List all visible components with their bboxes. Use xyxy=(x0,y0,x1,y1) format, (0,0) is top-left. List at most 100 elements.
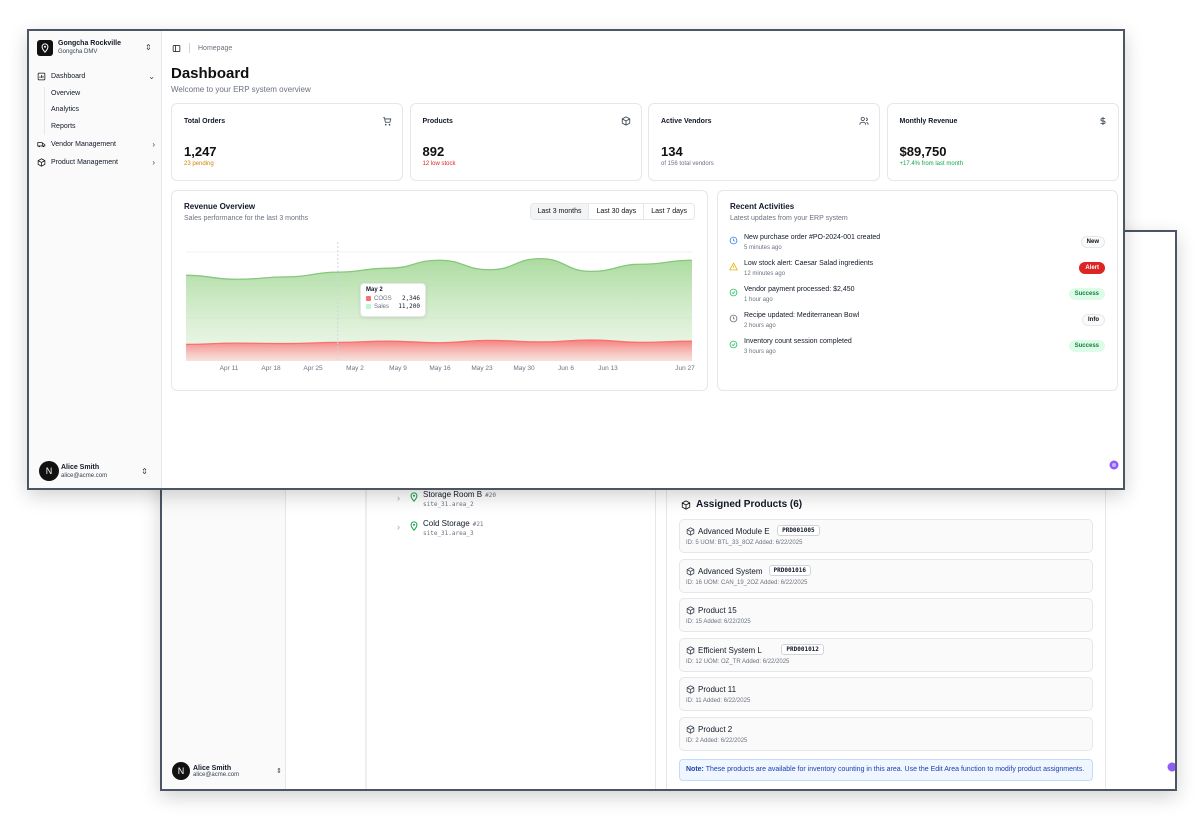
assistant-icon[interactable] xyxy=(1109,460,1119,470)
dashboard-icon xyxy=(37,72,46,81)
nav-divider xyxy=(44,87,45,135)
status-badge: New xyxy=(1080,236,1105,248)
tree-row-label: Cold Storage #21 xyxy=(423,519,484,528)
x-tick-label: Jun 6 xyxy=(558,365,574,372)
avatar: N xyxy=(172,762,190,780)
stat-label: Total Orders xyxy=(184,118,226,125)
cart-icon xyxy=(383,117,392,126)
location-pin-icon xyxy=(37,39,53,56)
user-email: alice@acme.com xyxy=(193,771,240,778)
sidebar-item-product-management[interactable]: Product Management › xyxy=(37,158,155,167)
activity-item[interactable]: New purchase order #PO-2024-001 created 5… xyxy=(729,234,1105,260)
assistant-icon[interactable] xyxy=(1167,762,1177,772)
product-card[interactable]: Product 11 ID: 11 Added: 6/22/2025 xyxy=(679,677,1093,711)
stat-subtext: 23 pending xyxy=(184,161,214,167)
sidebar-item-analytics[interactable]: Analytics xyxy=(51,106,79,113)
product-meta: ID: 16 UOM: CAN_19_2OZ Added: 6/22/2025 xyxy=(686,579,808,586)
box-icon xyxy=(686,606,695,615)
area-code: site_31.area_2 xyxy=(423,501,474,508)
chevron-updown-icon[interactable]: ⇕ xyxy=(276,767,282,775)
activity-time: 1 hour ago xyxy=(744,297,773,303)
chevron-right-icon[interactable]: › xyxy=(397,522,400,532)
range-3-months[interactable]: Last 3 months xyxy=(530,204,589,219)
area-number: #21 xyxy=(472,521,484,528)
activity-item[interactable]: Low stock alert: Caesar Salad ingredient… xyxy=(729,260,1105,286)
org-name: Gongcha Rockville xyxy=(58,40,122,47)
box-icon xyxy=(686,724,695,734)
activity-time: 12 minutes ago xyxy=(744,271,786,277)
area-name: Cold Storage xyxy=(423,519,470,528)
sidebar-item-overview[interactable]: Overview xyxy=(51,90,80,97)
sidebar-toggle-icon[interactable] xyxy=(172,44,181,53)
card-title: Revenue Overview xyxy=(184,202,256,211)
topbar: Homepage xyxy=(172,43,232,53)
x-tick-label: May 30 xyxy=(513,365,535,372)
check-icon xyxy=(729,340,738,349)
tooltip-sales-label: Sales xyxy=(374,303,390,310)
tooltip-cogs-value: 2,346 xyxy=(401,295,420,302)
activity-text: New purchase order #PO-2024-001 created xyxy=(744,234,881,241)
product-code-badge: PRD001016 xyxy=(768,564,812,576)
x-tick-label: Jun 13 xyxy=(598,365,618,372)
sidebar-item-dashboard[interactable]: Dashboard ⌄ xyxy=(37,72,155,81)
x-tick-label: May 23 xyxy=(471,365,493,372)
sidebar-item-vendor-management[interactable]: Vendor Management › xyxy=(37,140,155,149)
status-badge: Alert xyxy=(1079,262,1105,274)
box-icon xyxy=(686,685,695,694)
stat-value: 892 xyxy=(422,144,445,159)
breadcrumb[interactable]: Homepage xyxy=(198,45,232,52)
activity-text: Recipe updated: Mediterranean Bowl xyxy=(744,312,860,319)
range-30-days[interactable]: Last 30 days xyxy=(588,204,643,219)
user-name: Alice Smith xyxy=(61,463,100,471)
activity-item[interactable]: Recipe updated: Mediterranean Bowl 2 hour… xyxy=(729,312,1105,338)
revenue-chart: Apr 11 Apr 18 Apr 25 May 2 May 9 May 16 May 23… xyxy=(185,242,695,372)
product-card[interactable]: Advanced System PRD001016 ID: 16 UOM: CAN_… xyxy=(679,558,1093,593)
activity-item[interactable]: Inventory count session completed 3 hours… xyxy=(729,338,1105,364)
chevron-right-icon: › xyxy=(152,140,155,149)
check-icon xyxy=(729,288,738,297)
x-tick-label: Apr 18 xyxy=(261,365,281,372)
box-icon xyxy=(686,527,695,536)
chevron-right-icon: › xyxy=(152,158,155,167)
chart-tooltip: May 2 COGS 2,346 Sales 11,200 xyxy=(360,283,426,317)
user-menu[interactable]: N Alice Smith alice@acme.com ⇕ xyxy=(172,762,282,780)
box-icon xyxy=(686,566,695,576)
activity-text: Low stock alert: Caesar Salad ingredient… xyxy=(744,260,874,267)
recent-activities-card: Recent Activities Latest updates from yo… xyxy=(717,190,1118,391)
chevron-updown-icon[interactable]: ⇕ xyxy=(145,43,152,52)
product-card[interactable]: Efficient System L PRD001012 ID: 12 UOM: O… xyxy=(679,637,1093,672)
page-subtitle: Welcome to your ERP system overview xyxy=(171,85,311,94)
status-badge: Info xyxy=(1082,314,1105,326)
x-tick-label: Jun 27 xyxy=(675,365,695,372)
product-code-badge: PRD001005 xyxy=(777,525,820,536)
user-menu[interactable]: N Alice Smith alice@acme.com ⇕ xyxy=(39,461,148,481)
product-name: Advanced Module E xyxy=(698,527,770,536)
org-switcher[interactable]: Gongcha Rockville Gongcha DMV xyxy=(37,39,121,56)
range-7-days[interactable]: Last 7 days xyxy=(643,204,694,219)
activity-item[interactable]: Vendor payment processed: $2,450 1 hour a… xyxy=(729,286,1105,312)
user-email: alice@acme.com xyxy=(61,472,108,479)
box-icon xyxy=(686,645,695,655)
x-tick-label: Apr 11 xyxy=(220,365,239,372)
product-meta: ID: 5 UOM: BTL_33_8OZ Added: 6/22/2025 xyxy=(686,540,803,546)
info-note: Note: These products are available for i… xyxy=(679,759,1093,781)
chevron-updown-icon[interactable]: ⇕ xyxy=(141,467,148,476)
product-card[interactable]: Product 2 ID: 2 Added: 6/22/2025 xyxy=(679,716,1093,751)
sidebar-item-reports[interactable]: Reports xyxy=(51,123,76,130)
chevron-right-icon[interactable]: › xyxy=(397,493,400,503)
product-code-badge: PRD001012 xyxy=(781,643,824,655)
tooltip-date: May 2 xyxy=(366,287,383,293)
activity-time: 3 hours ago xyxy=(744,349,776,355)
product-card[interactable]: Product 15 ID: 15 Added: 6/22/2025 xyxy=(679,598,1093,632)
package-icon xyxy=(37,158,46,167)
area-name: Storage Room B xyxy=(423,490,483,499)
x-tick-label: Apr 25 xyxy=(303,365,323,372)
org-sub: Gongcha DMV xyxy=(58,49,98,55)
stat-value: 1,247 xyxy=(184,144,217,159)
stat-card: Active Vendors 134 of 156 total vendors xyxy=(648,103,880,181)
product-card[interactable]: Advanced Module E PRD001005 ID: 5 UOM: BTL… xyxy=(679,519,1093,553)
clock-icon xyxy=(729,236,738,245)
product-name: Advanced System xyxy=(698,566,763,576)
sidebar: Gongcha Rockville Gongcha DMV ⇕ Dashboar… xyxy=(29,31,162,488)
activity-text: Vendor payment processed: $2,450 xyxy=(744,286,855,293)
